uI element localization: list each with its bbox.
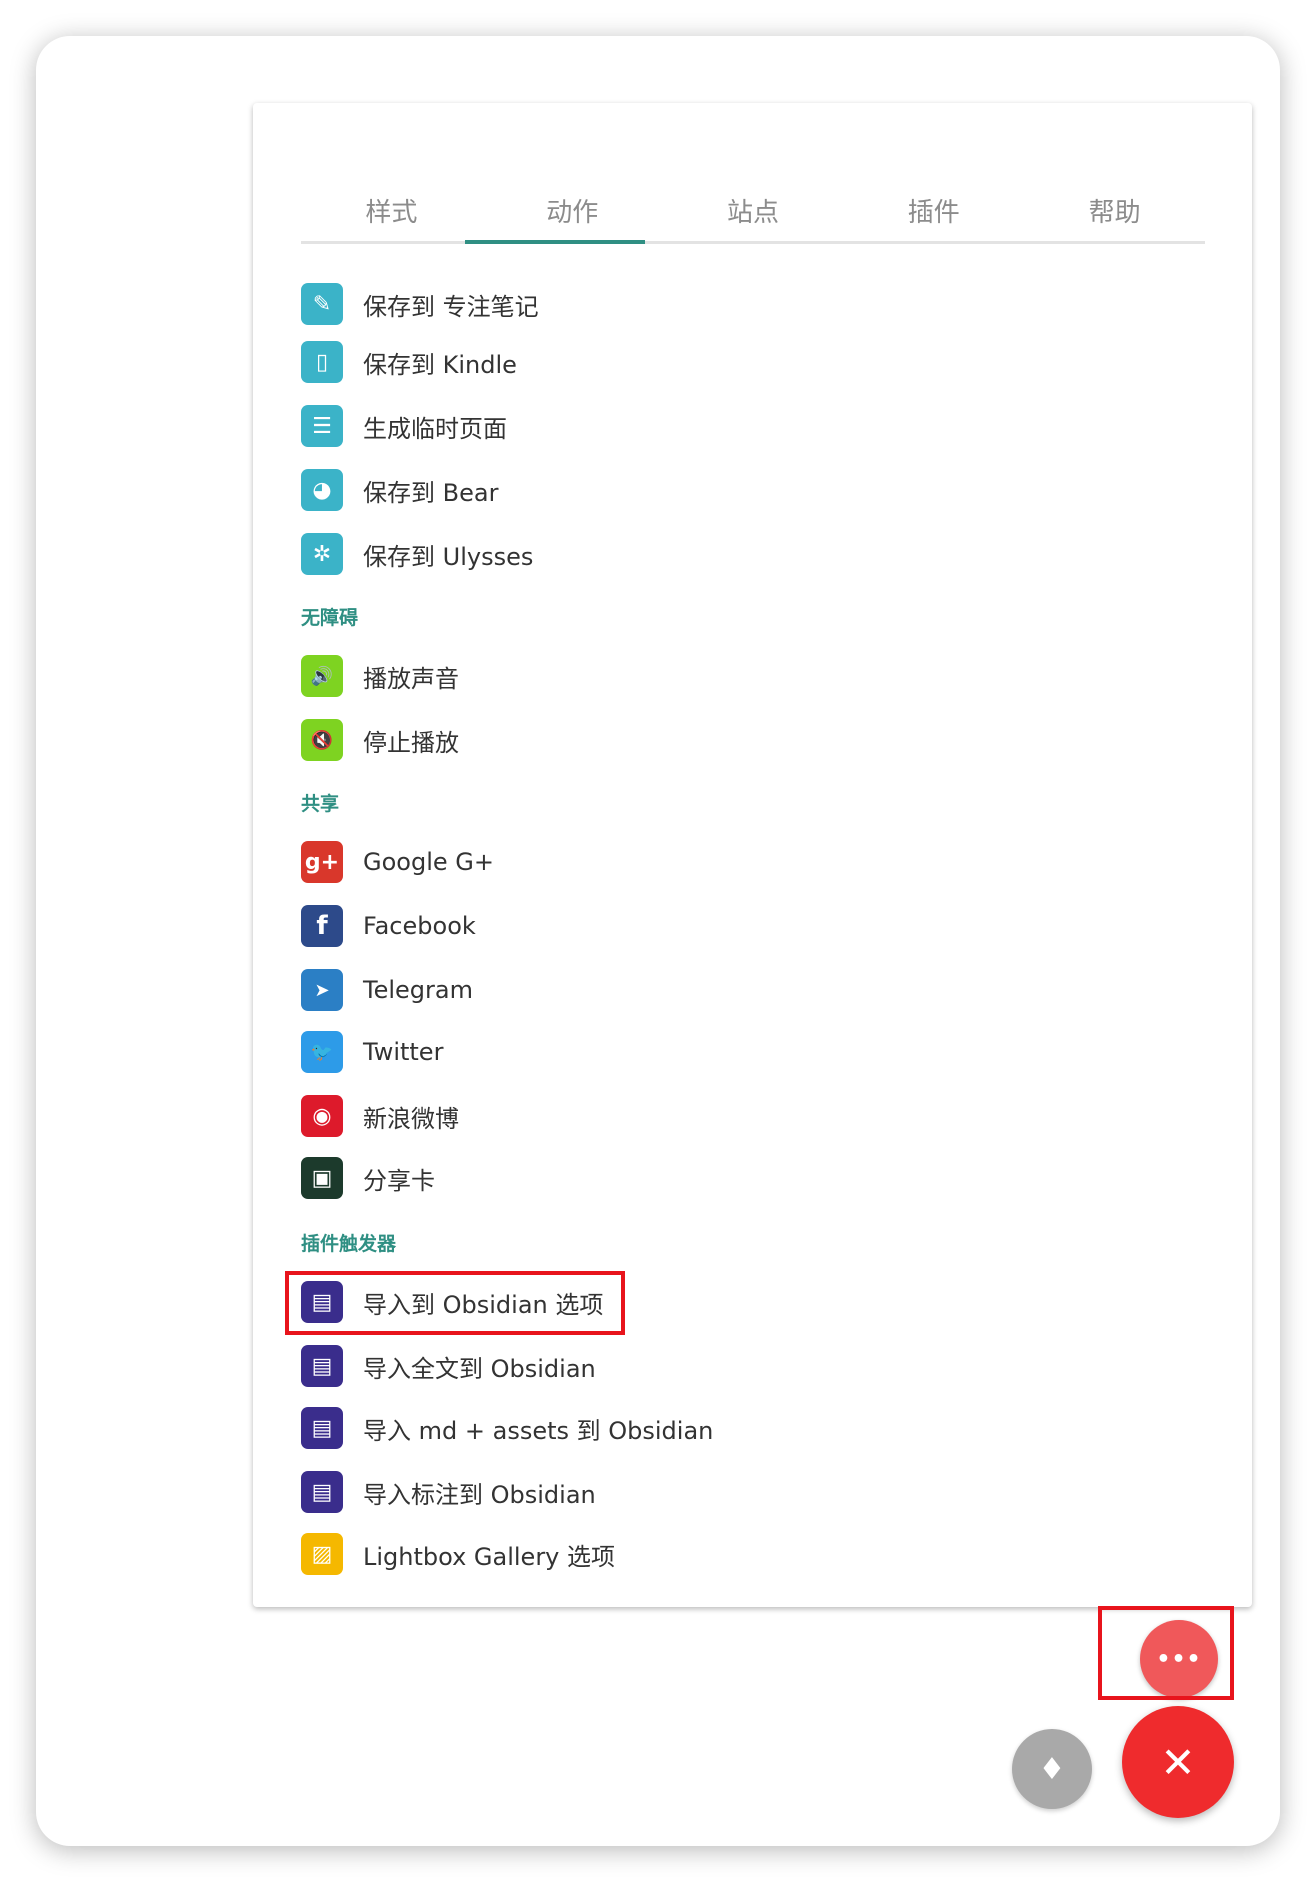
tab-divider	[301, 241, 1205, 244]
feather-icon: ✎	[301, 283, 343, 325]
list-item-share-card[interactable]: ▣ 分享卡	[301, 1155, 435, 1201]
list-item-save-bear[interactable]: ◕ 保存到 Bear	[301, 467, 498, 513]
tab-active-indicator	[465, 240, 645, 244]
speaker-icon: 🔊	[301, 655, 343, 697]
list-item-save-kindle[interactable]: ▯ 保存到 Kindle	[301, 339, 517, 385]
list-item-weibo[interactable]: ◉ 新浪微博	[301, 1093, 459, 1139]
list-item-twitter[interactable]: 🐦 Twitter	[301, 1029, 443, 1075]
list-item-stop-play[interactable]: 🔇 停止播放	[301, 717, 459, 763]
butterfly-icon: ✲	[301, 533, 343, 575]
list-item-google-plus[interactable]: g+ Google G+	[301, 839, 494, 885]
list-item-obsidian-fulltext[interactable]: ▤ 导入全文到 Obsidian	[301, 1343, 596, 1389]
list-item-temp-page[interactable]: ☰ 生成临时页面	[301, 403, 507, 449]
obsidian-icon: ▤	[301, 1407, 343, 1449]
list-item-obsidian-annotations[interactable]: ▤ 导入标注到 Obsidian	[301, 1469, 596, 1515]
obsidian-icon: ▤	[301, 1345, 343, 1387]
tab-actions[interactable]: 动作	[482, 193, 663, 237]
app-window: ✎ 保存到 专注笔记 ▯ 保存到 Kindle ☰ 生成临时页面 ◕ 保存到 B…	[36, 36, 1280, 1846]
list-item-save-focus-note[interactable]: ✎ 保存到 专注笔记	[301, 281, 539, 327]
tab-help[interactable]: 帮助	[1024, 193, 1205, 237]
list-item-obsidian-md-assets[interactable]: ▤ 导入 md + assets 到 Obsidian	[301, 1405, 713, 1451]
telegram-icon: ➤	[301, 969, 343, 1011]
section-accessibility: 无障碍	[301, 607, 359, 629]
tab-sites[interactable]: 站点	[663, 193, 844, 237]
list-item-play-sound[interactable]: 🔊 播放声音	[301, 653, 459, 699]
bear-icon: ◕	[301, 469, 343, 511]
page-icon: ☰	[301, 405, 343, 447]
list-item-save-ulysses[interactable]: ✲ 保存到 Ulysses	[301, 531, 533, 577]
list-item-telegram[interactable]: ➤ Telegram	[301, 967, 473, 1013]
twitter-icon: 🐦	[301, 1031, 343, 1073]
action-list: ✎ 保存到 专注笔记 ▯ 保存到 Kindle ☰ 生成临时页面 ◕ 保存到 B…	[253, 103, 1252, 1607]
tab-style[interactable]: 样式	[301, 193, 482, 237]
list-item-facebook[interactable]: f Facebook	[301, 903, 476, 949]
close-icon: ✕	[1160, 1737, 1196, 1787]
weibo-icon: ◉	[301, 1095, 343, 1137]
flashlight-button[interactable]: ♦	[1012, 1729, 1092, 1809]
list-item-lightbox-gallery[interactable]: ▨ Lightbox Gallery 选项	[301, 1531, 615, 1577]
highlight-box-more-button	[1098, 1606, 1234, 1700]
section-share: 共享	[301, 793, 340, 815]
obsidian-icon: ▤	[301, 1471, 343, 1513]
mute-icon: 🔇	[301, 719, 343, 761]
facebook-icon: f	[301, 905, 343, 947]
tab-bar: 样式 动作 站点 插件 帮助	[301, 193, 1205, 237]
kindle-icon: ▯	[301, 341, 343, 383]
action-panel: ✎ 保存到 专注笔记 ▯ 保存到 Kindle ☰ 生成临时页面 ◕ 保存到 B…	[253, 103, 1252, 1607]
flashlight-icon: ♦	[1038, 1751, 1066, 1787]
google-plus-icon: g+	[301, 841, 343, 883]
card-icon: ▣	[301, 1157, 343, 1199]
close-button[interactable]: ✕	[1122, 1706, 1234, 1818]
tab-plugins[interactable]: 插件	[843, 193, 1024, 237]
highlight-box-obsidian-options	[285, 1271, 625, 1335]
gallery-icon: ▨	[301, 1533, 343, 1575]
section-plugin-triggers: 插件触发器	[301, 1233, 397, 1255]
